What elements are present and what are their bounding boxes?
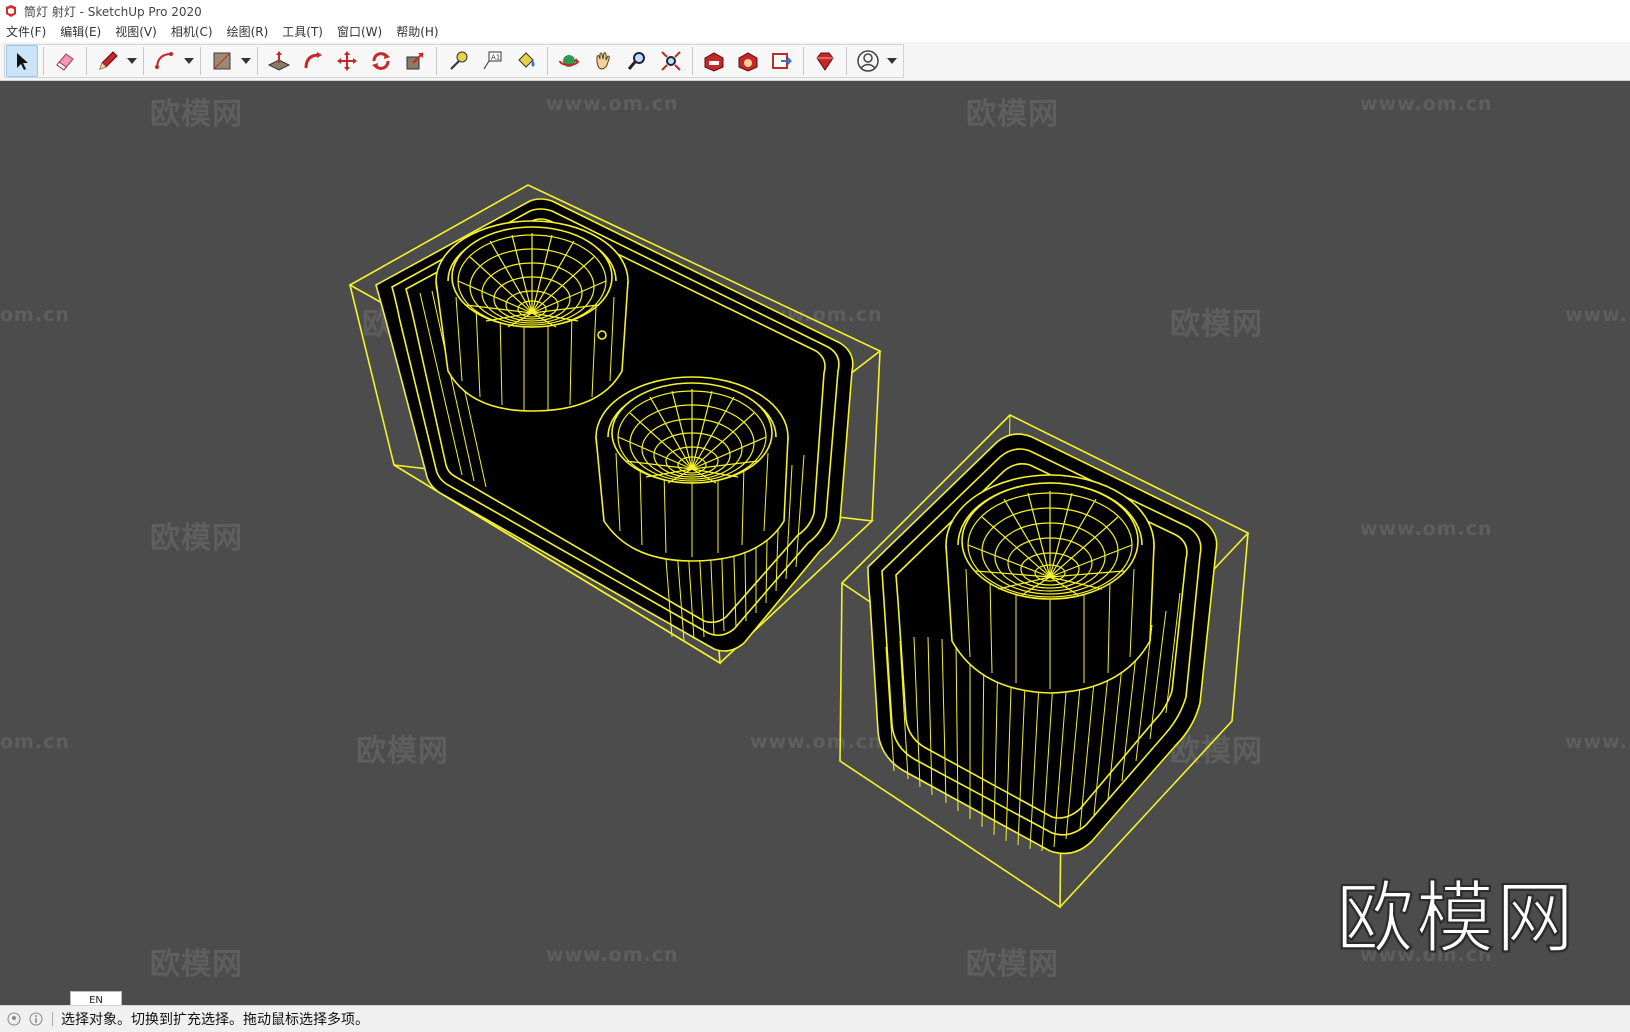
paint-bucket-icon <box>518 52 535 68</box>
toolbar-divider <box>257 47 258 75</box>
status-message: 选择对象。切换到扩充选择。拖动鼠标选择多项。 <box>61 1012 369 1028</box>
line-tool-dropdown[interactable] <box>125 45 139 77</box>
follow-me-icon <box>304 52 322 69</box>
rotate-tool-button[interactable] <box>365 45 397 77</box>
title-bar: 筒灯 射灯 - SketchUp Pro 2020 <box>0 0 1630 22</box>
menu-window[interactable]: 窗口(W) <box>330 22 389 42</box>
eraser-icon <box>56 53 74 71</box>
move-tool-button[interactable] <box>331 45 363 77</box>
menu-view[interactable]: 视图(V) <box>108 22 164 42</box>
scale-tool-button[interactable] <box>399 45 431 77</box>
arc-tool-button[interactable] <box>149 45 181 77</box>
arc-icon <box>155 52 173 69</box>
extension-manager-button[interactable] <box>809 45 841 77</box>
chevron-down-icon <box>887 58 897 64</box>
account-button[interactable] <box>852 45 884 77</box>
rectangle-tool-dropdown[interactable] <box>239 45 253 77</box>
orbit-icon <box>559 55 579 67</box>
rectangle-icon <box>213 52 231 70</box>
zoom-tool-button[interactable] <box>621 45 653 77</box>
text-label-icon: A1 <box>483 51 502 70</box>
toolbar-divider <box>43 47 44 75</box>
follow-me-tool-button[interactable] <box>297 45 329 77</box>
toolbar-divider <box>200 47 201 75</box>
toolbar-group: A1 <box>4 44 904 78</box>
pencil-icon <box>99 51 118 70</box>
model-viewport[interactable]: 欧模网 www.om.cn 欧模网 www.om.cn om.cn 欧模网 ww… <box>0 81 1630 1005</box>
account-dropdown[interactable] <box>885 45 899 77</box>
geolocation-icon[interactable] <box>6 1011 22 1027</box>
user-avatar-icon <box>857 50 879 72</box>
ime-language-label: EN <box>89 994 103 1006</box>
toolbar-divider <box>803 47 804 75</box>
menu-camera[interactable]: 相机(C) <box>164 22 220 42</box>
double-spotlight-model[interactable] <box>348 184 882 665</box>
extension-warehouse-button[interactable] <box>732 45 764 77</box>
paint-bucket-tool-button[interactable] <box>510 45 542 77</box>
svg-text:A1: A1 <box>491 54 500 62</box>
scale-icon <box>406 52 424 70</box>
select-tool-button[interactable] <box>6 45 38 77</box>
menu-bar: 文件(F) 编辑(E) 视图(V) 相机(C) 绘图(R) 工具(T) 窗口(W… <box>0 22 1630 42</box>
arc-tool-dropdown[interactable] <box>182 45 196 77</box>
menu-draw[interactable]: 绘图(R) <box>220 22 276 42</box>
menu-tools[interactable]: 工具(T) <box>275 22 330 42</box>
toolbar-divider <box>143 47 144 75</box>
toolbar-divider <box>436 47 437 75</box>
orbit-tool-button[interactable] <box>553 45 585 77</box>
menu-file[interactable]: 文件(F) <box>0 22 53 42</box>
ruby-gem-icon <box>816 52 834 71</box>
status-bar: 选择对象。切换到扩充选择。拖动鼠标选择多项。 <box>0 1005 1630 1032</box>
toolbar-divider <box>692 47 693 75</box>
line-tool-button[interactable] <box>92 45 124 77</box>
tape-measure-icon <box>450 51 468 70</box>
zoom-extents-tool-button[interactable] <box>655 45 687 77</box>
layout-icon <box>772 53 792 69</box>
push-pull-tool-button[interactable] <box>263 45 295 77</box>
move-icon <box>337 51 357 71</box>
info-icon[interactable] <box>28 1011 44 1027</box>
chevron-down-icon <box>184 58 194 64</box>
warehouse-icon <box>704 52 724 72</box>
arrow-cursor-icon <box>17 53 28 70</box>
window-title: 筒灯 射灯 - SketchUp Pro 2020 <box>24 4 202 19</box>
rotate-icon <box>372 52 390 70</box>
pan-tool-button[interactable] <box>587 45 619 77</box>
magnifier-icon <box>627 52 645 70</box>
chevron-down-icon <box>127 58 137 64</box>
zoom-extents-icon <box>661 51 681 71</box>
toolbar-divider <box>547 47 548 75</box>
status-divider <box>52 1012 53 1026</box>
toolbar-divider <box>86 47 87 75</box>
single-spotlight-model[interactable] <box>839 414 1250 909</box>
toolbar: A1 <box>0 42 1630 81</box>
brand-logo: 欧模网 <box>1335 873 1577 965</box>
eraser-tool-button[interactable] <box>49 45 81 77</box>
text-tool-button[interactable]: A1 <box>476 45 508 77</box>
toolbar-divider <box>846 47 847 75</box>
sketchup-app-icon <box>6 5 16 17</box>
menu-edit[interactable]: 编辑(E) <box>53 22 108 42</box>
3d-warehouse-button[interactable] <box>698 45 730 77</box>
extension-warehouse-icon <box>738 52 758 72</box>
menu-help[interactable]: 帮助(H) <box>389 22 445 42</box>
rectangle-tool-button[interactable] <box>206 45 238 77</box>
chevron-down-icon <box>241 58 251 64</box>
hand-icon <box>596 52 610 70</box>
push-pull-icon <box>267 51 291 71</box>
tape-measure-tool-button[interactable] <box>442 45 474 77</box>
send-to-layout-button[interactable] <box>766 45 798 77</box>
